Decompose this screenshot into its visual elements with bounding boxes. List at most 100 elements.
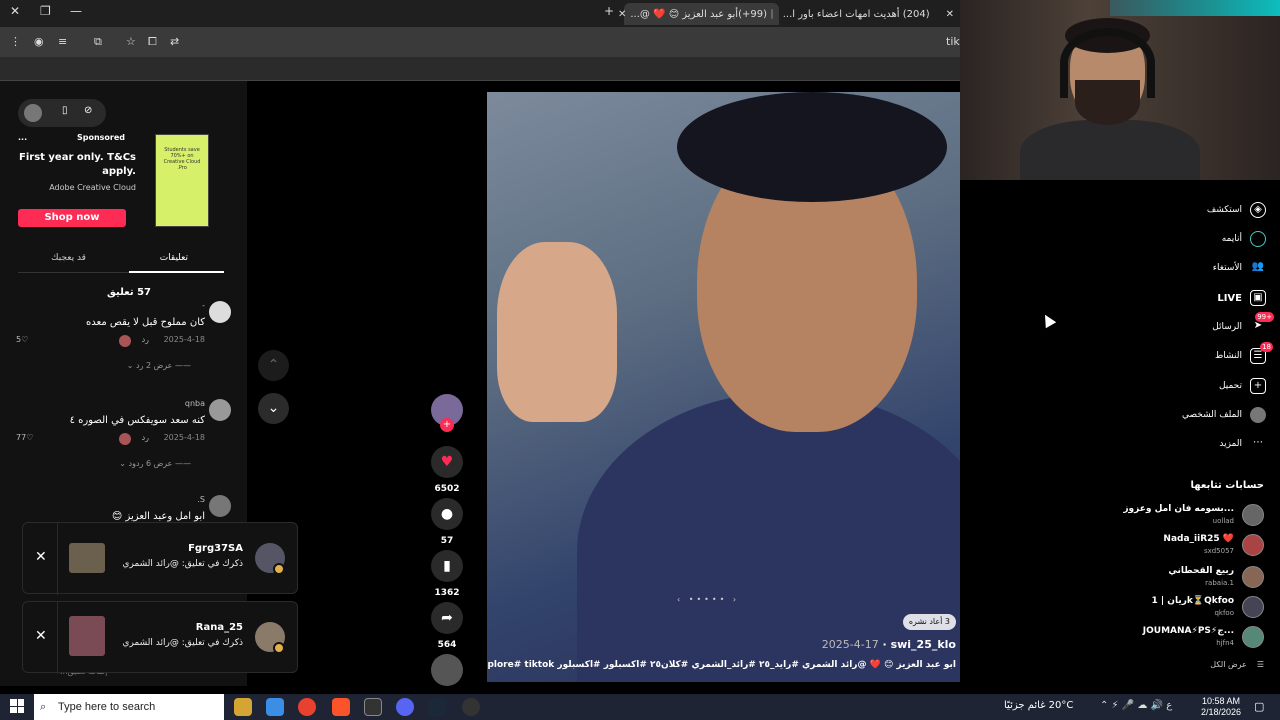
comment-username[interactable]: S. <box>197 495 205 504</box>
reply-button[interactable]: رد <box>142 433 149 442</box>
steam-icon[interactable] <box>428 698 446 716</box>
like-button[interactable]: ♥ 6502 <box>428 446 466 494</box>
avatar[interactable] <box>209 495 231 517</box>
tab-comments[interactable]: تعليقات <box>160 253 188 263</box>
phone-icon[interactable]: ▯ <box>62 105 68 116</box>
tab-youtube[interactable]: ✕ (204) أهديت امهات اعضاء باور ا... <box>783 3 960 25</box>
profile-icon[interactable]: ◉ <box>34 35 44 48</box>
brave-icon[interactable] <box>332 698 350 716</box>
music-disc[interactable] <box>428 654 466 686</box>
view-replies-button[interactable]: —— عرض 6 ردود ⌄ <box>119 459 191 468</box>
screenshot-icon[interactable]: ⧠ <box>148 35 157 49</box>
tab-close-icon[interactable]: ✕ <box>946 9 954 20</box>
close-icon[interactable]: ✕ <box>35 628 47 644</box>
new-tab-button[interactable]: + <box>604 4 614 18</box>
store-icon[interactable] <box>266 698 284 716</box>
nav-explore[interactable]: ◈ استكشف <box>1207 200 1266 220</box>
share-button[interactable]: ➦ 564 <box>428 602 466 650</box>
tab-tiktok[interactable]: (99+)أبو عبد العزيز 😊 ❤️ @... ✕ <box>618 3 779 25</box>
menu-dots-icon[interactable]: ⋮ <box>10 35 21 48</box>
file-explorer-icon[interactable] <box>234 698 252 716</box>
comment-username[interactable]: - <box>202 301 205 310</box>
windows-start-icon[interactable] <box>10 699 24 713</box>
media-icon[interactable]: ≡ <box>58 35 67 48</box>
close-window-icon[interactable]: ✕ <box>10 4 20 18</box>
avatar[interactable] <box>1242 596 1264 618</box>
creator-avatar[interactable]: + <box>428 394 466 432</box>
avatar[interactable] <box>1242 566 1264 588</box>
following-account[interactable]: ريان | 1k⏳Qkfoo qkfoo <box>1134 594 1264 620</box>
following-account[interactable]: بسومه فان امل وعزوز... uollad <box>1123 502 1264 528</box>
bookmark-icon[interactable]: ▮ <box>431 550 463 582</box>
mention-notification[interactable]: ✕ Rana_25 ذكرك في تعليق: @رائد الشمري <box>22 601 298 674</box>
nav-live[interactable]: ▣ LIVE <box>1217 288 1266 308</box>
view-replies-button[interactable]: —— عرض 2 رد ⌄ <box>127 361 191 370</box>
chrome-icon[interactable] <box>298 698 316 716</box>
nav-activity[interactable]: ☰ 18 النشاط <box>1215 342 1273 366</box>
ad-thumbnail[interactable]: Students save 70%+ on Creative Cloud Pro… <box>155 134 209 227</box>
avatar[interactable] <box>1242 534 1264 556</box>
minimize-window-icon[interactable]: — <box>70 4 82 18</box>
save-button[interactable]: ▮ 1362 <box>428 550 466 598</box>
restore-window-icon[interactable]: ❐ <box>40 4 51 18</box>
video-author[interactable]: 2025-4-17 · swi_25_klo <box>822 638 956 651</box>
translate-icon[interactable]: ⇄ <box>170 35 179 48</box>
system-tray-icons[interactable]: ⌃ ⚡ 🎤 ☁ 🔊 ع <box>1100 700 1172 711</box>
close-icon[interactable]: ✕ <box>35 549 47 565</box>
follow-plus-icon[interactable]: + <box>440 418 454 432</box>
app-icon[interactable] <box>364 698 382 716</box>
shop-now-button[interactable]: Shop now <box>18 209 126 227</box>
following-account[interactable]: JOUMANA⚡PS⚡ج... hjfn4 <box>1134 624 1264 650</box>
nav-anime[interactable]: أنايمه <box>1222 229 1266 249</box>
reply-button[interactable]: رد <box>142 335 149 344</box>
comment-text: كان مملوح قبل لا يقص معده <box>86 317 205 328</box>
nav-friends[interactable]: 👥 الأستغاء <box>1213 258 1266 278</box>
comment-item: S. ابو امل وعبد العزيز 😊 <box>16 495 231 525</box>
avatar[interactable] <box>1242 626 1264 648</box>
video-thumbnail[interactable] <box>69 616 105 656</box>
nav-upload[interactable]: + تحميل <box>1219 376 1266 396</box>
nav-messages[interactable]: ➤ 99+ الرسائل <box>1212 312 1274 337</box>
heart-icon[interactable]: ♥ <box>431 446 463 478</box>
video-thumbnail[interactable] <box>69 543 105 573</box>
comment-icon[interactable]: ● <box>431 498 463 530</box>
previous-video-button[interactable]: ⌃ <box>258 350 289 381</box>
sponsored-ad[interactable]: Students save 70%+ on Creative Cloud Pro… <box>10 129 238 229</box>
tab-you-may-like[interactable]: قد يعجبك <box>51 253 86 263</box>
ad-more-icon[interactable]: ... <box>18 133 27 142</box>
weather-widget[interactable]: 20°C غائم جزئيًا <box>1004 700 1073 711</box>
compass-icon[interactable]: ⊘ <box>84 105 92 116</box>
comment-button[interactable]: ● 57 <box>428 498 466 546</box>
like-count[interactable]: 5♡ <box>16 335 28 344</box>
avatar[interactable] <box>209 301 231 323</box>
repost-badge[interactable]: 3 أعاد نشره <box>902 614 956 630</box>
video-player[interactable]: ‹ ••••• › 3 أعاد نشره 2025-4-17 · swi_25… <box>487 92 960 682</box>
avatar[interactable] <box>209 399 231 421</box>
following-account[interactable]: Nada_iiR25 ❤️ sxd5057 <box>1134 532 1264 558</box>
share-icon[interactable]: ➦ <box>431 602 463 634</box>
obs-icon[interactable] <box>462 698 480 716</box>
mention-notification[interactable]: ✕ Fgrg37SA ذكرك في تعليق: @رائد الشمري <box>22 522 298 595</box>
clock[interactable]: 10:58 AM 2/18/2026 <box>1200 696 1242 718</box>
slideshow-dots[interactable]: ‹ ••••• › <box>677 595 739 604</box>
avatar[interactable] <box>24 104 42 122</box>
bookmark-star-icon[interactable]: ☆ <box>126 35 136 48</box>
like-count[interactable]: 77♡ <box>16 433 33 442</box>
notification-username[interactable]: Fgrg37SA <box>188 543 243 554</box>
music-disc-icon[interactable] <box>431 654 463 686</box>
following-account[interactable]: ربيع القحطاني rabaia.1 <box>1134 564 1264 590</box>
comment-username[interactable]: qnba <box>185 399 205 408</box>
heart-icon[interactable]: ♡ <box>21 335 28 344</box>
notification-center-icon[interactable]: ▢ <box>1254 700 1264 713</box>
taskbar-search-input[interactable]: ⌕ Type here to search <box>34 694 224 720</box>
nav-more[interactable]: ⋯ المزيد <box>1219 434 1266 454</box>
heart-icon[interactable]: ♡ <box>26 433 33 442</box>
extensions-icon[interactable]: ⧉ <box>94 35 102 49</box>
next-video-button[interactable]: ⌄ <box>258 393 289 424</box>
notification-username[interactable]: Rana_25 <box>196 622 243 633</box>
tab-close-icon[interactable]: ✕ <box>618 9 626 20</box>
see-all-link[interactable]: ☰ عرض الكل <box>1210 660 1264 669</box>
discord-icon[interactable] <box>396 698 414 716</box>
avatar[interactable] <box>1242 504 1264 526</box>
nav-profile[interactable]: الملف الشخصي <box>1182 405 1266 425</box>
